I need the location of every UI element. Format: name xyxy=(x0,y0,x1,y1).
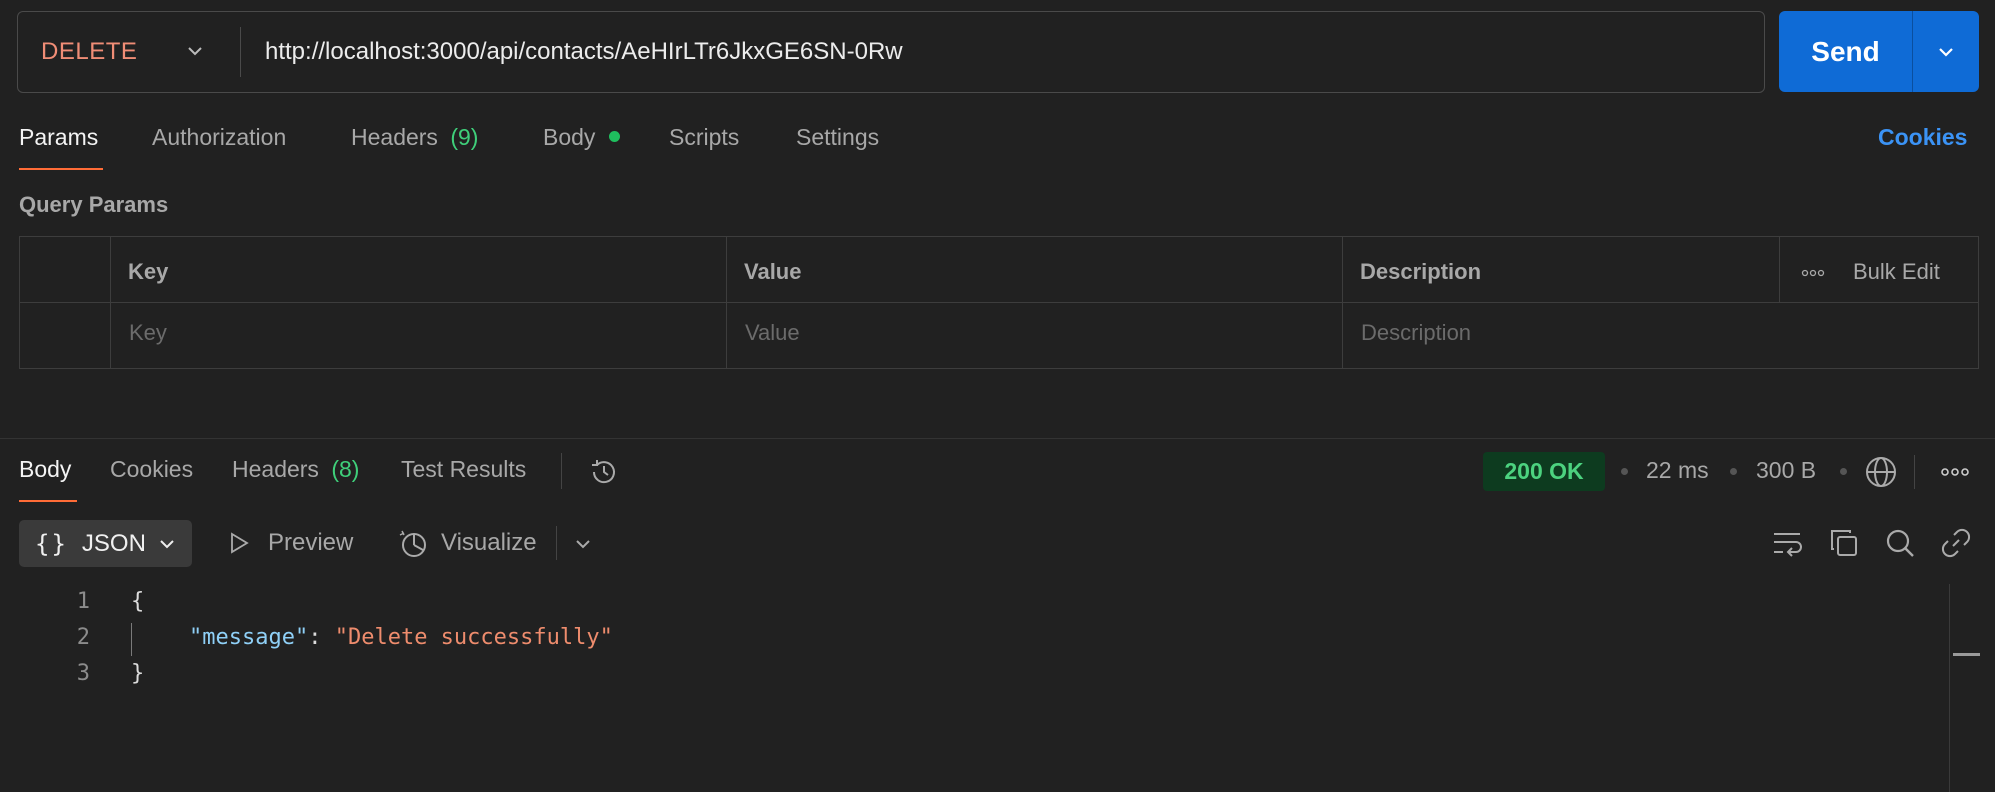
copy-icon[interactable] xyxy=(1828,527,1860,559)
minimap-border xyxy=(1949,584,1950,792)
method-selector[interactable]: DELETE xyxy=(18,12,240,92)
history-icon[interactable] xyxy=(588,456,620,488)
globe-icon[interactable] xyxy=(1864,455,1898,489)
response-tab-headers[interactable]: Headers (8) xyxy=(232,456,359,483)
response-time[interactable]: 22 ms xyxy=(1646,457,1709,484)
toolbar-divider xyxy=(1914,455,1915,489)
active-tab-indicator xyxy=(19,500,77,502)
column-header-key: Key xyxy=(128,259,169,284)
meta-separator xyxy=(1621,468,1628,475)
query-params-table: Key Value Description Bulk Edit Key Valu… xyxy=(19,236,1979,369)
search-icon[interactable] xyxy=(1884,527,1916,559)
json-line: "message": "Delete successfully" xyxy=(189,625,613,650)
braces-icon: {} xyxy=(35,529,68,558)
format-selector[interactable]: {} JSON xyxy=(19,520,192,567)
more-options-icon[interactable] xyxy=(1801,269,1825,277)
json-key: "message" xyxy=(189,625,309,650)
column-divider xyxy=(1779,237,1780,302)
visualize-icon xyxy=(399,530,426,557)
cookies-link[interactable]: Cookies xyxy=(1878,124,1967,151)
tab-authorization[interactable]: Authorization xyxy=(152,124,286,151)
tab-label: Scripts xyxy=(669,124,740,150)
chevron-down-icon xyxy=(1939,47,1953,57)
column-header-value: Value xyxy=(744,259,802,284)
url-bar: DELETE http://localhost:3000/api/contact… xyxy=(17,11,1765,93)
response-size[interactable]: 300 B xyxy=(1756,457,1816,484)
toolbar-divider xyxy=(561,453,562,489)
format-label: JSON xyxy=(81,529,146,557)
bulk-edit-button[interactable]: Bulk Edit xyxy=(1853,259,1940,285)
table-divider xyxy=(20,302,1978,303)
tab-settings[interactable]: Settings xyxy=(796,124,879,151)
line-number: 3 xyxy=(76,661,90,686)
column-divider xyxy=(1342,237,1343,368)
json-value: "Delete successfully" xyxy=(334,625,613,650)
status-badge[interactable]: 200 OK xyxy=(1483,452,1605,491)
tab-headers[interactable]: Headers (9) xyxy=(351,124,478,151)
tab-params[interactable]: Params xyxy=(19,124,98,151)
tab-body[interactable]: Body xyxy=(543,124,620,151)
chevron-down-icon xyxy=(160,539,174,548)
column-header-description: Description xyxy=(1360,259,1482,284)
chevron-down-icon xyxy=(188,47,202,56)
json-colon: : xyxy=(308,625,335,650)
tab-label: Cookies xyxy=(110,456,194,482)
toolbar-divider xyxy=(556,526,557,560)
indent-guide xyxy=(131,623,132,656)
send-options-button[interactable] xyxy=(1913,11,1979,92)
pane-divider[interactable] xyxy=(0,438,1995,439)
send-button-group: Send xyxy=(1779,11,1979,92)
column-divider xyxy=(726,237,727,368)
visualize-button[interactable]: Visualize xyxy=(441,529,537,557)
wrap-lines-icon[interactable] xyxy=(1771,527,1803,559)
headers-count: (8) xyxy=(331,456,360,482)
key-input[interactable]: Key xyxy=(129,320,167,346)
tab-label: Headers xyxy=(351,124,438,150)
link-icon[interactable] xyxy=(1940,527,1972,559)
preview-button[interactable]: Preview xyxy=(268,529,353,557)
tab-scripts[interactable]: Scripts xyxy=(669,124,739,151)
method-label: DELETE xyxy=(41,38,138,65)
value-input[interactable]: Value xyxy=(745,320,800,346)
tab-label: Authorization xyxy=(152,124,287,150)
play-icon xyxy=(231,532,249,554)
tab-label: Body xyxy=(19,456,72,482)
tab-label: Settings xyxy=(796,124,880,150)
headers-count: (9) xyxy=(450,124,479,150)
json-close-brace: } xyxy=(131,661,145,686)
tab-label: Params xyxy=(19,124,99,150)
response-tab-test-results[interactable]: Test Results xyxy=(401,456,526,483)
tab-label: Body xyxy=(543,124,596,150)
query-params-title: Query Params xyxy=(19,192,169,217)
response-tab-body[interactable]: Body xyxy=(19,456,71,483)
more-options-icon[interactable] xyxy=(1940,467,1970,477)
tab-label: Headers xyxy=(232,456,319,482)
column-divider xyxy=(110,237,111,368)
url-input[interactable]: http://localhost:3000/api/contacts/AeHIr… xyxy=(241,38,903,66)
description-input[interactable]: Description xyxy=(1361,320,1471,346)
meta-separator xyxy=(1730,468,1737,475)
tab-label: Test Results xyxy=(401,456,527,482)
chevron-down-icon[interactable] xyxy=(573,534,593,554)
send-button[interactable]: Send xyxy=(1779,11,1912,92)
line-number: 2 xyxy=(76,625,90,650)
minimap-scroll-indicator[interactable] xyxy=(1953,653,1980,656)
line-number: 1 xyxy=(76,589,90,614)
active-tab-indicator xyxy=(19,168,103,170)
json-open-brace: { xyxy=(131,589,145,614)
response-tab-cookies[interactable]: Cookies xyxy=(110,456,193,483)
body-indicator-dot xyxy=(608,131,620,143)
meta-separator xyxy=(1840,468,1847,475)
